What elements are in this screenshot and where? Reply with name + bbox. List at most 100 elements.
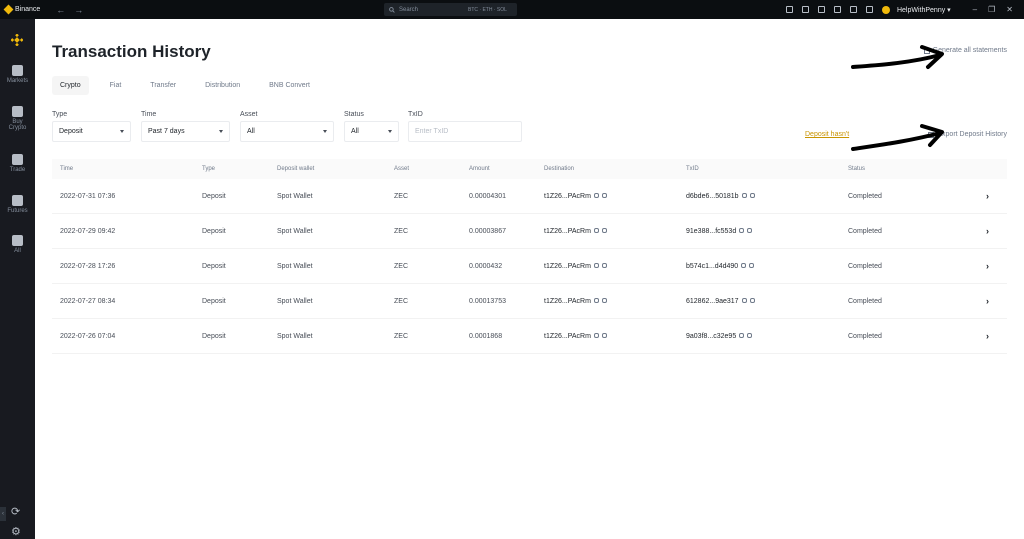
status-select[interactable]: All	[344, 121, 399, 142]
destination-address: t1Z26...PAcRm	[544, 332, 591, 340]
search-icon	[389, 6, 395, 13]
sidebar-item-trade[interactable]: Trade	[0, 154, 35, 173]
minimize-button[interactable]: –	[973, 5, 977, 14]
close-button[interactable]: ✕	[1006, 5, 1013, 14]
cell-amount: 0.00003867	[469, 227, 506, 235]
header-deposit-wallet: Deposit wallet	[277, 166, 315, 172]
copy-icon[interactable]	[749, 263, 755, 269]
row-chevron-right-icon[interactable]: ›	[986, 226, 989, 236]
search-input[interactable]: Search BTC · ETH · SOL	[384, 3, 517, 16]
link-icon[interactable]	[593, 228, 599, 234]
link-icon[interactable]	[593, 333, 599, 339]
bar-chart-icon	[12, 65, 23, 76]
table-row[interactable]: 2022-07-28 17:26 Deposit Spot Wallet ZEC…	[52, 249, 1007, 284]
cell-time: 2022-07-31 07:36	[60, 192, 116, 200]
back-arrow-icon[interactable]: ←	[56, 5, 65, 15]
row-chevron-right-icon[interactable]: ›	[986, 331, 989, 341]
page-title: Transaction History	[52, 42, 211, 61]
txid-value: d6bde6...50181b	[686, 192, 739, 200]
globe-icon[interactable]	[833, 6, 841, 13]
copy-icon[interactable]	[749, 193, 755, 199]
tab-transfer[interactable]: Transfer	[142, 76, 184, 95]
gift-icon[interactable]	[801, 6, 809, 13]
link-icon[interactable]	[741, 193, 747, 199]
cell-amount: 0.00013753	[469, 297, 506, 305]
copy-icon[interactable]	[747, 333, 753, 339]
tab-bnb-convert[interactable]: BNB Convert	[261, 76, 318, 95]
tab-crypto[interactable]: Crypto	[52, 76, 89, 95]
main-content: Transaction History Generate all stateme…	[35, 19, 1024, 539]
copy-icon[interactable]	[601, 263, 607, 269]
forward-arrow-icon[interactable]: →	[74, 5, 83, 15]
row-chevron-right-icon[interactable]: ›	[986, 296, 989, 306]
user-menu[interactable]: HelpWithPenny ▾	[897, 6, 951, 14]
cell-txid: 612862...9ae317	[686, 298, 755, 305]
binance-logo-icon[interactable]	[11, 34, 23, 46]
search-placeholder: Search	[399, 6, 419, 13]
avatar[interactable]	[881, 5, 890, 14]
cell-type: Deposit	[202, 262, 226, 270]
link-icon[interactable]	[739, 228, 745, 234]
deposit-not-arrived-link[interactable]: Deposit hasn't	[805, 131, 849, 138]
settings-gear-icon[interactable]: ⚙	[11, 525, 21, 538]
header-txid: TxID	[686, 166, 699, 172]
refresh-icon[interactable]: ⟳	[11, 505, 20, 518]
annotation-arrow-icon	[851, 124, 944, 151]
futures-icon	[12, 195, 23, 206]
sidebar-item-all[interactable]: All	[0, 235, 35, 254]
txid-input[interactable]: Enter TxID	[408, 121, 522, 142]
copy-icon[interactable]	[601, 193, 607, 199]
destination-address: t1Z26...PAcRm	[544, 297, 591, 305]
tab-distribution[interactable]: Distribution	[197, 76, 248, 95]
cell-status: Completed	[848, 192, 882, 200]
link-icon[interactable]	[593, 193, 599, 199]
table-row[interactable]: 2022-07-26 07:04 Deposit Spot Wallet ZEC…	[52, 319, 1007, 354]
collapse-sidebar-button[interactable]: ‹	[0, 507, 6, 521]
cell-amount: 0.00004301	[469, 192, 506, 200]
copy-icon[interactable]	[747, 228, 753, 234]
cell-wallet: Spot Wallet	[277, 227, 313, 235]
link-icon[interactable]	[741, 298, 747, 304]
tab-fiat[interactable]: Fiat	[102, 76, 130, 95]
destination-address: t1Z26...PAcRm	[544, 227, 591, 235]
row-chevron-right-icon[interactable]: ›	[986, 261, 989, 271]
cell-time: 2022-07-28 17:26	[60, 262, 116, 270]
txid-value: 9a03f8...c32e95	[686, 332, 737, 340]
cell-destination: t1Z26...PAcRm	[544, 193, 607, 200]
notification-bell-icon[interactable]	[817, 6, 825, 13]
copy-icon[interactable]	[601, 333, 607, 339]
caret-down-icon	[388, 130, 392, 133]
txid-value: 612862...9ae317	[686, 297, 739, 305]
link-icon[interactable]	[739, 333, 745, 339]
time-select[interactable]: Past 7 days	[141, 121, 230, 142]
link-icon[interactable]	[593, 298, 599, 304]
cell-time: 2022-07-27 08:34	[60, 297, 116, 305]
layout-icon[interactable]	[865, 6, 873, 13]
table-row[interactable]: 2022-07-31 07:36 Deposit Spot Wallet ZEC…	[52, 179, 1007, 214]
restore-button[interactable]: ❐	[988, 5, 995, 14]
sidebar-item-futures[interactable]: Futures	[0, 195, 35, 214]
asset-select[interactable]: All	[240, 121, 334, 142]
nav-buttons: ← →	[56, 5, 83, 15]
sidebar-item-markets[interactable]: Markets	[0, 65, 35, 84]
caret-down-icon	[120, 130, 124, 133]
copy-icon[interactable]	[749, 298, 755, 304]
row-chevron-right-icon[interactable]: ›	[986, 191, 989, 201]
sidebar-item-buy-crypto[interactable]: Buy Crypto	[0, 106, 35, 131]
download-icon[interactable]	[785, 6, 793, 13]
cell-asset: ZEC	[394, 332, 408, 340]
table-row[interactable]: 2022-07-29 09:42 Deposit Spot Wallet ZEC…	[52, 214, 1007, 249]
link-icon[interactable]	[593, 263, 599, 269]
type-select[interactable]: Deposit	[52, 121, 131, 142]
cell-destination: t1Z26...PAcRm	[544, 263, 607, 270]
cell-txid: 9a03f8...c32e95	[686, 332, 753, 340]
cell-txid: d6bde6...50181b	[686, 193, 755, 200]
link-icon[interactable]	[741, 263, 747, 269]
cell-destination: t1Z26...PAcRm	[544, 228, 607, 235]
copy-icon[interactable]	[601, 298, 607, 304]
copy-icon[interactable]	[601, 228, 607, 234]
title-bar: Binance ← → Search BTC · ETH · SOL HelpW…	[0, 0, 1024, 19]
table-row[interactable]: 2022-07-27 08:34 Deposit Spot Wallet ZEC…	[52, 284, 1007, 319]
status-filter-label: Status	[344, 111, 364, 118]
wallet-icon[interactable]	[849, 6, 857, 13]
